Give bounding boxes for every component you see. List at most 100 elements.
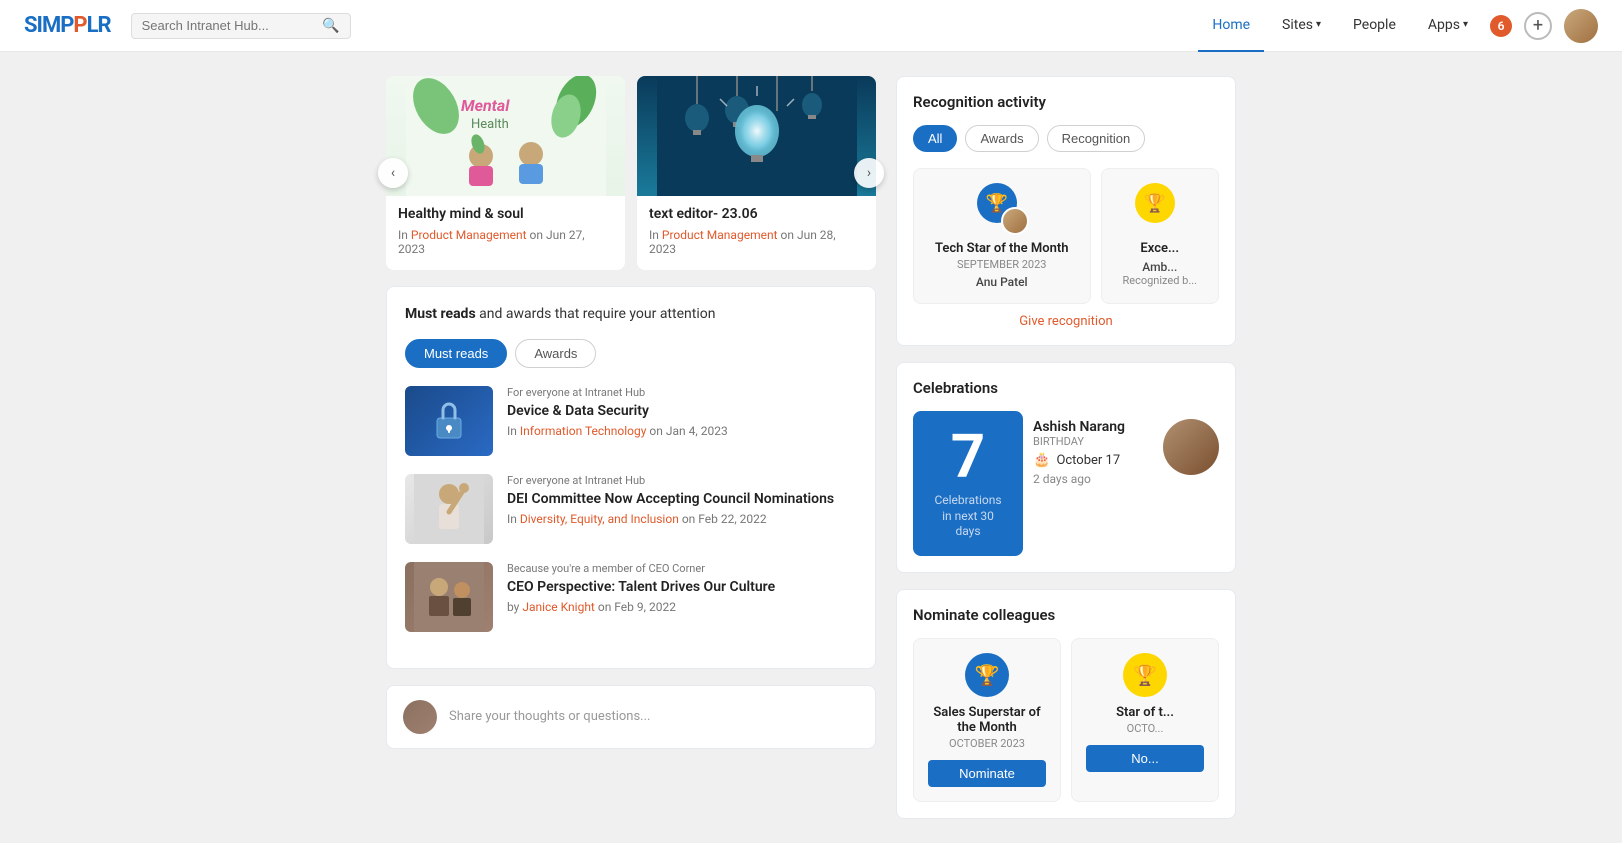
article-meta-device: In Information Technology on Jan 4, 2023 xyxy=(507,424,857,438)
avatar-image xyxy=(1564,9,1598,43)
celebrations-title: Celebrations xyxy=(913,379,1219,397)
celebrations-container: 7 Celebrations in next 30 days Ashish Na… xyxy=(913,411,1219,556)
article-info-ceo: Because you're a member of CEO Corner CE… xyxy=(507,562,857,614)
nominate-title: Nominate colleagues xyxy=(913,606,1219,624)
cake-icon: 🎂 xyxy=(1033,452,1050,468)
recognition-person-1: Anu Patel xyxy=(928,275,1076,289)
recognition-award-1: Tech Star of the Month xyxy=(928,241,1076,256)
article-meta-dei: In Diversity, Equity, and Inclusion on F… xyxy=(507,512,857,526)
nominate-card-2: 🏆 Star of t... Octo... No... xyxy=(1071,638,1219,802)
nominate-panel: Nominate colleagues 🏆 Sales Superstar of… xyxy=(896,589,1236,819)
recognition-icon-wrap-1: 🏆 xyxy=(977,183,1027,233)
article-category-dei[interactable]: Diversity, Equity, and Inclusion xyxy=(520,512,679,526)
carousel-card-mental[interactable]: Mental Health Healt xyxy=(386,76,625,270)
nav-apps[interactable]: Apps ▾ xyxy=(1414,0,1482,52)
article-thumb-dei xyxy=(405,474,493,544)
carousel-card-category-tech[interactable]: Product Management xyxy=(662,228,778,242)
article-info-dei: For everyone at Intranet Hub DEI Committ… xyxy=(507,474,857,526)
filter-all[interactable]: All xyxy=(913,125,957,152)
nav-links: Home Sites ▾ People Apps ▾ 6 + xyxy=(1198,0,1598,52)
celebrations-number: 7 xyxy=(929,427,1007,487)
article-audience-dei: For everyone at Intranet Hub xyxy=(507,474,857,487)
nominate-card-1: 🏆 Sales Superstar of the Month October 2… xyxy=(913,638,1061,802)
recognition-detail-2: Recognized b... xyxy=(1116,274,1205,287)
recognition-cards: 🏆 Tech Star of the Month September 2023 … xyxy=(913,168,1219,304)
carousel-card-meta-tech: In Product Management on Jun 28, 2023 xyxy=(649,228,864,256)
carousel-card-category[interactable]: Product Management xyxy=(411,228,527,242)
celebration-person: Ashish Narang Birthday 🎂 October 17 2 da… xyxy=(1033,411,1219,556)
user-avatar-share xyxy=(403,700,437,734)
lock-icon xyxy=(429,396,469,446)
trophy-icon-2: 🏆 xyxy=(1135,183,1175,223)
recognition-period-1: September 2023 xyxy=(928,258,1076,271)
search-input[interactable] xyxy=(142,18,317,33)
mental-health-image: Mental Health xyxy=(386,76,625,196)
nominate-period-1: October 2023 xyxy=(928,737,1046,750)
celebrations-panel: Celebrations 7 Celebrations in next 30 d… xyxy=(896,362,1236,573)
tab-must-reads[interactable]: Must reads xyxy=(405,339,507,368)
ceo-illustration xyxy=(414,562,484,632)
article-category-device[interactable]: Information Technology xyxy=(520,424,647,438)
carousel-card-tech[interactable]: text editor- 23.06 In Product Management… xyxy=(637,76,876,270)
nominate-button-2[interactable]: No... xyxy=(1086,745,1204,772)
article-thumb-device xyxy=(405,386,493,456)
article-title-dei[interactable]: DEI Committee Now Accepting Council Nomi… xyxy=(507,490,857,508)
article-item-ceo: Because you're a member of CEO Corner CE… xyxy=(405,562,857,632)
article-item-dei: For everyone at Intranet Hub DEI Committ… xyxy=(405,474,857,544)
nominate-cards: 🏆 Sales Superstar of the Month October 2… xyxy=(913,638,1219,802)
nominate-trophy-1: 🏆 xyxy=(965,653,1009,697)
logo[interactable]: SIMPPLR xyxy=(24,13,111,38)
celebrations-count-box: 7 Celebrations in next 30 days xyxy=(913,411,1023,556)
navbar: SIMPPLR 🔍 Home Sites ▾ People Apps ▾ 6 + xyxy=(0,0,1622,52)
filter-awards[interactable]: Awards xyxy=(965,125,1038,152)
ceo-corner-link[interactable]: CEO Corner xyxy=(648,562,705,575)
carousel-card-body-tech: text editor- 23.06 In Product Management… xyxy=(637,196,876,270)
share-input[interactable]: Share your thoughts or questions... xyxy=(449,709,859,724)
recognition-card-2: 🏆 Exce... Amb... Recognized b... xyxy=(1101,168,1220,304)
carousel-container: ‹ Mental Health xyxy=(386,76,876,270)
user-avatar[interactable] xyxy=(1564,9,1598,43)
recognition-filters: All Awards Recognition xyxy=(913,125,1219,152)
celebration-person-type: Birthday xyxy=(1033,435,1153,448)
filter-recognition[interactable]: Recognition xyxy=(1047,125,1146,152)
chevron-down-icon: ▾ xyxy=(1463,19,1468,30)
nominate-button-1[interactable]: Nominate xyxy=(928,760,1046,787)
article-thumb-ceo xyxy=(405,562,493,632)
lightbulb-illustration xyxy=(657,76,857,196)
article-title-device[interactable]: Device & Data Security xyxy=(507,402,857,420)
celebration-person-name: Ashish Narang xyxy=(1033,419,1153,435)
notification-badge[interactable]: 6 xyxy=(1490,15,1512,37)
carousel-next-button[interactable]: › xyxy=(854,158,884,188)
give-recognition-link[interactable]: Give recognition xyxy=(913,304,1219,329)
carousel-section: ‹ Mental Health xyxy=(386,76,876,270)
nav-home[interactable]: Home xyxy=(1198,0,1264,52)
svg-text:Health: Health xyxy=(471,117,509,132)
recognition-icon-wrap-2: 🏆 xyxy=(1135,183,1185,233)
recognition-person-2: Amb... xyxy=(1116,260,1205,274)
mental-health-illustration: Mental Health xyxy=(406,76,606,196)
recognition-panel: Recognition activity All Awards Recognit… xyxy=(896,76,1236,346)
search-box: 🔍 xyxy=(131,13,351,39)
must-reads-card: Must reads and awards that require your … xyxy=(386,286,876,669)
tab-awards[interactable]: Awards xyxy=(515,339,596,368)
dei-illustration xyxy=(414,474,484,544)
recognition-card-1: 🏆 Tech Star of the Month September 2023 … xyxy=(913,168,1091,304)
nominate-award-2: Star of t... xyxy=(1086,705,1204,720)
lightbulb-image xyxy=(637,76,876,196)
search-icon: 🔍 xyxy=(322,18,339,34)
carousel-prev-button[interactable]: ‹ xyxy=(378,158,408,188)
celebrations-label: Celebrations in next 30 days xyxy=(929,493,1007,540)
nominate-trophy-2: 🏆 xyxy=(1123,653,1167,697)
article-title-ceo[interactable]: CEO Perspective: Talent Drives Our Cultu… xyxy=(507,578,857,596)
carousel-card-title: Healthy mind & soul xyxy=(398,206,613,222)
center-column: ‹ Mental Health xyxy=(386,76,876,819)
carousel-card-title-tech: text editor- 23.06 xyxy=(649,206,864,222)
must-reads-header: Must reads and awards that require your … xyxy=(405,305,857,325)
add-button[interactable]: + xyxy=(1524,12,1552,40)
article-meta-ceo: by Janice Knight on Feb 9, 2022 xyxy=(507,600,857,614)
right-column: Recognition activity All Awards Recognit… xyxy=(896,76,1236,819)
nav-sites[interactable]: Sites ▾ xyxy=(1268,0,1335,52)
carousel-card-meta: In Product Management on Jun 27, 2023 xyxy=(398,228,613,256)
nav-people[interactable]: People xyxy=(1339,0,1410,52)
article-author-ceo[interactable]: Janice Knight xyxy=(522,600,595,614)
